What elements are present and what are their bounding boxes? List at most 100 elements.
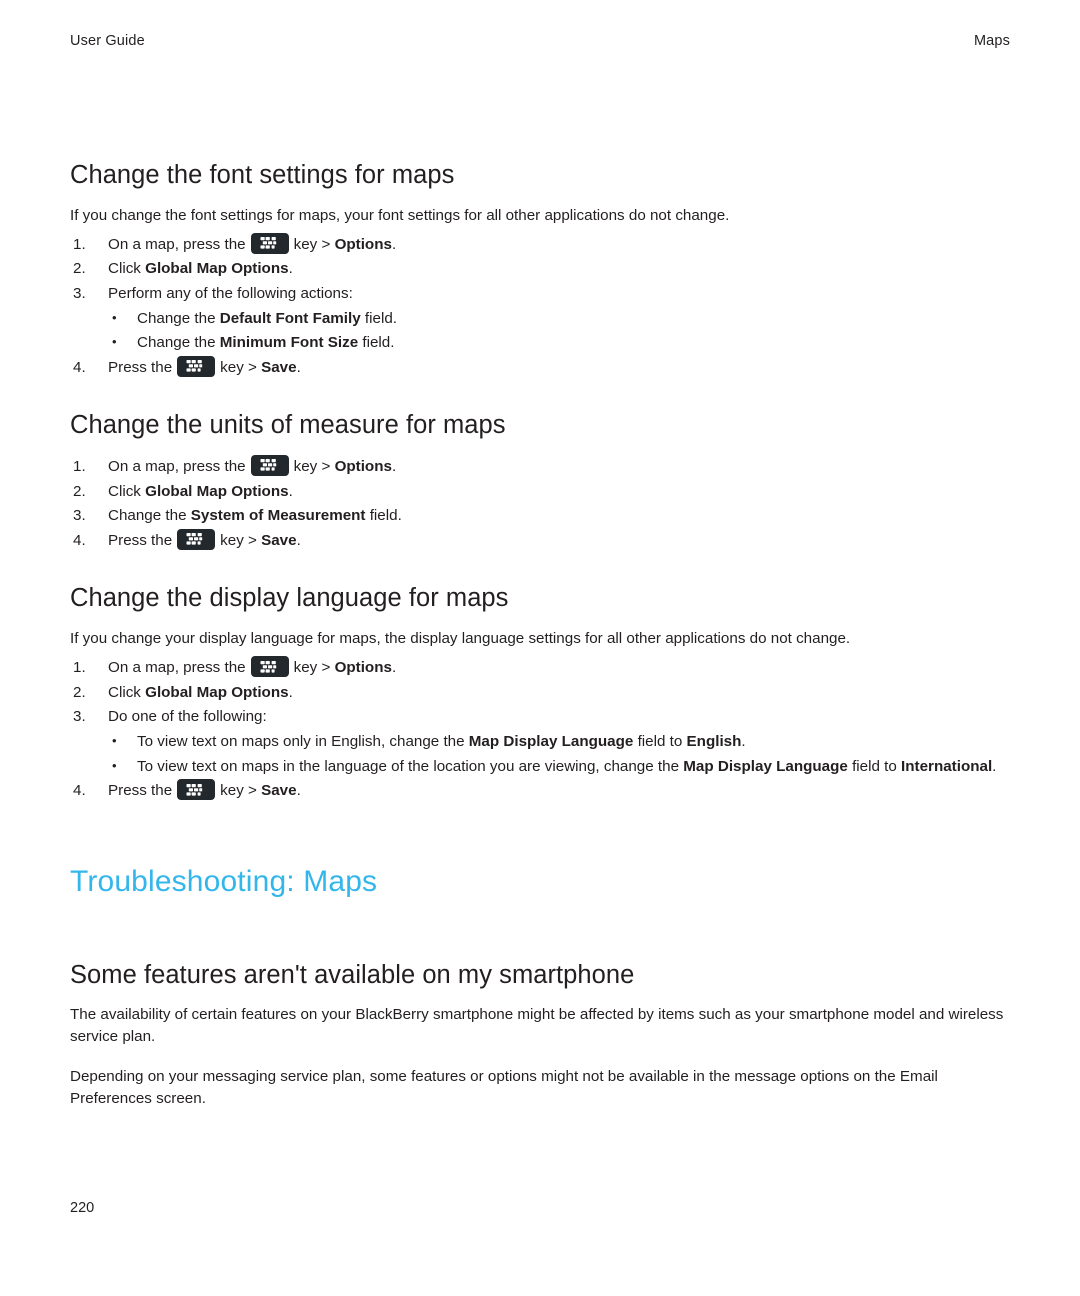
step-text: Perform any of the following actions: [108,284,353,302]
step-number: 1. [73,457,86,475]
step-text: Press the [108,782,173,800]
bullet-text: Change the [137,309,220,327]
step-number: 4. [73,531,86,549]
step-text: Do one of the following: [108,708,267,726]
bullet-text: To view text on maps in the language of … [137,757,684,775]
section-heading-units-of-measure: Change the units of measure for maps [70,411,506,440]
sub-bullet-list: • Change the Default Font Family field. •… [108,307,1010,356]
step-text-post: . [288,683,293,701]
header-right-label: Maps [973,33,1010,49]
step-number: 2. [73,683,86,701]
step-item: 4. Press the key > Save. [70,779,1010,804]
page-content: Change the font settings for maps If you… [70,160,1010,1110]
step-text-post: . [391,457,397,475]
step-item: 3. Perform any of the following actions: … [70,282,1010,356]
steps-list-font-settings: 1. On a map, press the key > Options. 2.… [70,232,1010,381]
list-item: • Change the Minimum Font Size field. [108,331,1010,356]
step-item: 2. Click Global Map Options. [70,480,1010,505]
step-text: Click [108,260,146,278]
step-text-post: . [296,782,301,800]
step-text-post: . [296,531,301,549]
blackberry-menu-key-icon [177,779,216,801]
list-item: • To view text on maps only in English, c… [108,730,1010,755]
section-intro-font-settings: If you change the font settings for maps… [70,206,730,224]
step-bold-term: Save [261,531,297,549]
step-number: 1. [73,659,86,677]
step-text: Press the [108,358,173,376]
step-number: 2. [73,260,86,278]
list-item: • Change the Default Font Family field. [108,307,1010,332]
step-number: 3. [73,708,86,726]
bullet-text-post: field. [358,334,395,352]
step-bold-term: Options [334,659,392,677]
step-bold-term: Save [261,782,297,800]
bullet-dot-icon: • [112,334,117,350]
header-left-label: User Guide [70,33,145,49]
step-text-mid: key > [220,782,262,800]
step-text: Click [108,683,146,701]
section-heading-features-unavailable: Some features aren't available on my sma… [70,960,635,989]
bullet-bold-term: Minimum Font Size [219,334,359,352]
chapter-heading-troubleshooting: Troubleshooting: Maps [70,864,378,898]
step-number: 1. [73,235,86,253]
bullet-dot-icon: • [112,309,117,325]
step-text: Press the [108,531,173,549]
step-text: Change the [108,507,191,525]
step-text-post: . [296,358,301,376]
bullet-bold-term: Default Font Family [219,309,361,327]
step-text-mid: key > [293,659,335,677]
step-text-post: . [288,482,293,500]
bullet-bold-value: English [686,732,742,750]
bullet-text: To view text on maps only in English, ch… [137,732,469,750]
section-intro-display-language: If you change your display language for … [70,630,851,648]
step-number: 3. [73,507,86,525]
step-text-post: field. [365,507,402,525]
bullet-bold-term: Map Display Language [468,732,634,750]
blackberry-menu-key-icon [250,454,289,476]
step-text: On a map, press the [108,659,246,677]
list-item: • To view text on maps in the language of… [108,755,1010,780]
bullet-dot-icon: • [112,732,117,748]
bullet-text-post: . [992,757,997,775]
step-bold-term: Options [334,235,392,253]
step-item: 1. On a map, press the key > Options. [70,454,1010,480]
blackberry-menu-key-icon [250,232,289,254]
troubleshooting-paragraph: The availability of certain features on … [70,1006,1004,1046]
step-item: 4. Press the key > Save. [70,528,1010,554]
section-heading-font-settings: Change the font settings for maps [70,161,455,189]
step-text-post: . [288,260,293,278]
steps-list-units-of-measure: 1. On a map, press the key > Options. 2.… [70,454,1010,554]
section-heading-display-language: Change the display language for maps [70,584,509,613]
step-text-mid: key > [293,235,335,253]
bullet-dot-icon: • [112,757,117,773]
step-item: 3. Change the System of Measurement field… [70,504,1010,529]
step-item: 1. On a map, press the key > Options. [70,232,1010,258]
blackberry-menu-key-icon [177,528,216,550]
blackberry-menu-key-icon [177,355,216,377]
step-text-post: . [391,235,397,253]
step-number: 4. [73,782,86,800]
step-number: 4. [73,358,86,376]
bullet-bold-value: International [901,757,993,775]
running-header: User Guide Maps [70,33,1010,49]
bullet-text: Change the [137,334,220,352]
bullet-text-post: field. [360,309,397,327]
step-number: 3. [73,284,86,302]
step-bold-term: Global Map Options [145,482,289,500]
step-bold-term: Options [334,457,392,475]
page-number: 220 [70,1200,95,1216]
step-bold-term: Global Map Options [145,260,289,278]
step-text-mid: key > [220,531,262,549]
step-text: On a map, press the [108,457,246,475]
step-item: 2. Click Global Map Options. [70,681,1010,706]
step-bold-term: Save [261,358,297,376]
steps-list-display-language: 1. On a map, press the key > Options. 2.… [70,656,1010,804]
bullet-bold-term: Map Display Language [683,757,848,775]
step-text-post: . [391,659,397,677]
step-text: Click [108,482,146,500]
step-item: 1. On a map, press the key > Options. [70,656,1010,681]
bullet-text-mid: field to [847,757,902,775]
step-item: 2. Click Global Map Options. [70,257,1010,282]
troubleshooting-paragraph: Depending on your messaging service plan… [70,1067,938,1107]
step-bold-term: System of Measurement [190,507,366,525]
